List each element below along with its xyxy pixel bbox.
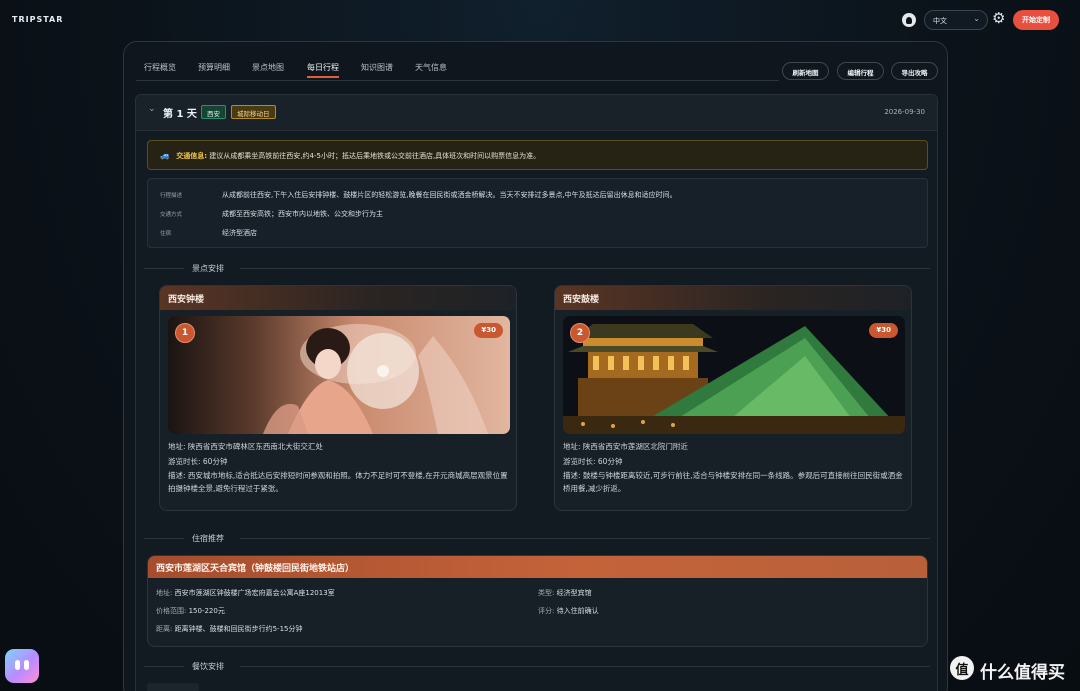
spot-photo: 1 ¥30 [168, 316, 510, 434]
spot-name: 西安鼓楼 [555, 286, 911, 310]
chevron-down-icon[interactable]: ⌄ [148, 104, 156, 114]
section-divider [240, 666, 930, 667]
language-value: 中文 [933, 17, 947, 25]
spot-price: ¥30 [474, 323, 503, 338]
section-divider [240, 268, 930, 269]
hotel-price-key: 价格范围: [156, 607, 187, 615]
section-title-spots: 景点安排 [192, 264, 224, 273]
spot-address: 地址: 陕西省西安市莲湖区北院门附近 [563, 442, 688, 451]
transport-text: 建议从成都乘坐高铁前往西安,约4-5小时；抵达后乘地铁或公交前往酒店,具体班次和… [209, 152, 541, 160]
detail-row: 住宿 经济型酒店 [160, 228, 257, 238]
start-custom-button[interactable]: 开始定制 [1013, 10, 1059, 30]
tab-knowledge[interactable]: 知识图谱 [361, 62, 393, 73]
spot-duration: 游览时长: 60分钟 [168, 457, 228, 466]
spot-desc: 描述: 鼓楼与钟楼距离较近,可步行前往,适合与钟楼安排在同一条线路。参观后可直接… [563, 471, 903, 493]
spot-name: 西安钟楼 [160, 286, 516, 310]
city-badge: 西安 [201, 105, 226, 119]
section-title-food: 餐饮安排 [192, 662, 224, 671]
tab-daily[interactable]: 每日行程 [307, 62, 339, 78]
hotel-price-value: 150-220元 [188, 607, 225, 615]
section-divider [144, 268, 184, 269]
section-divider [240, 538, 930, 539]
detail-value: 经济型酒店 [222, 229, 257, 237]
github-icon[interactable] [902, 13, 916, 27]
language-select[interactable]: 中文 ⌄ [924, 10, 988, 30]
detail-key: 交通方式 [160, 212, 183, 218]
bell-tower-photo [168, 316, 510, 434]
detail-row: 行程描述 从成都前往西安,下午入住后安排钟楼、鼓楼片区的轻松游览,晚餐在回民街或洒… [160, 190, 677, 200]
drum-tower-photo [563, 316, 905, 434]
hotel-distance-value: 距离钟楼、鼓楼和回民街步行约5-15分钟 [174, 625, 303, 633]
day-card: ⌄ 第 1 天 西安 城际移动日 2026-09-30 🚙 交通信息: 建议从成… [135, 94, 938, 691]
edit-trip-button[interactable]: 编辑行程 [837, 62, 884, 80]
spot-address: 地址: 陕西省西安市碑林区东西南北大街交汇处 [168, 442, 323, 451]
day-type-badge: 城际移动日 [231, 105, 276, 119]
hotel-price: 价格范围: 150-220元 [156, 606, 225, 616]
hotel-card[interactable]: 西安市莲湖区天合宾馆（钟鼓楼回民街地铁站店） 地址: 西安市莲湖区钟鼓楼广场宏府… [147, 555, 928, 647]
watermark-text: 什么值得买 [980, 663, 1065, 683]
spot-desc: 描述: 西安城市地标,适合抵达后安排短时间参观和拍照。体力不足时可不登楼,在开元… [168, 471, 508, 493]
hotel-address: 地址: 西安市莲湖区钟鼓楼广场宏府嘉会公寓A座12013室 [156, 588, 335, 598]
trip-panel: 行程概览 预算明细 景点地图 每日行程 知识图谱 天气信息 刷新地图 编辑行程 … [123, 41, 948, 691]
section-title-hotel: 住宿推荐 [192, 534, 224, 543]
section-divider [144, 538, 184, 539]
detail-key: 行程描述 [160, 193, 183, 199]
detail-value: 成都至西安高铁；西安市内以地铁、公交和步行为主 [222, 210, 383, 218]
day-details: 行程描述 从成都前往西安,下午入住后安排钟楼、鼓楼片区的轻松游览,晚餐在回民街或洒… [147, 178, 928, 248]
spot-photo: 2 ¥30 [563, 316, 905, 434]
tab-overview[interactable]: 行程概览 [144, 62, 176, 73]
day-title: 第 1 天 [163, 109, 197, 120]
assistant-icon[interactable] [5, 649, 39, 683]
tab-divider [136, 80, 779, 81]
detail-row: 交通方式 成都至西安高铁；西安市内以地铁、公交和步行为主 [160, 209, 383, 219]
detail-key: 住宿 [160, 231, 172, 237]
hotel-address-value: 西安市莲湖区钟鼓楼广场宏府嘉会公寓A座12013室 [174, 589, 335, 597]
gear-icon[interactable]: ⚙ [992, 11, 1005, 26]
detail-value: 从成都前往西安,下午入住后安排钟楼、鼓楼片区的轻松游览,晚餐在回民街或洒金桥解决… [222, 191, 677, 199]
spot-index: 2 [570, 323, 590, 343]
hotel-distance-key: 距离: [156, 625, 173, 633]
hotel-name: 西安市莲湖区天合宾馆（钟鼓楼回民街地铁站店） [148, 556, 927, 578]
tab-map[interactable]: 景点地图 [252, 62, 284, 73]
spot-card[interactable]: 西安钟楼 1 ¥30 地址: 陕西省西安市碑林区东西南北大街交汇处 游览时长: … [159, 285, 517, 511]
spot-price: ¥30 [869, 323, 898, 338]
chevron-down-icon: ⌄ [973, 14, 980, 23]
hotel-rating: 评分: 待入住前确认 [538, 606, 599, 616]
transport-label: 交通信息: [176, 152, 208, 160]
hotel-distance: 距离: 距离钟楼、鼓楼和回民街步行约5-15分钟 [156, 624, 302, 634]
tab-budget[interactable]: 预算明细 [198, 62, 230, 73]
food-slot [147, 683, 199, 691]
watermark-logo: 值 [950, 656, 974, 680]
day-date: 2026-09-30 [884, 108, 925, 116]
spot-card[interactable]: 西安鼓楼 2 ¥30 地址: 陕西省西安市莲湖区北院门附近 游览时长: 60分钟… [554, 285, 912, 511]
hotel-type: 类型: 经济型宾馆 [538, 588, 592, 598]
hotel-address-key: 地址: [156, 589, 173, 597]
hotel-rating-value: 待入住前确认 [556, 607, 599, 615]
car-icon: 🚙 [160, 151, 170, 160]
export-guide-button[interactable]: 导出攻略 [891, 62, 938, 80]
transport-info: 🚙 交通信息: 建议从成都乘坐高铁前往西安,约4-5小时；抵达后乘地铁或公交前往… [147, 140, 928, 170]
tab-weather[interactable]: 天气信息 [415, 62, 447, 73]
top-bar: TRIPSTAR 中文 ⌄ ⚙ 开始定制 [0, 0, 1080, 40]
hotel-type-key: 类型: [538, 589, 555, 597]
refresh-map-button[interactable]: 刷新地图 [782, 62, 829, 80]
spot-duration: 游览时长: 60分钟 [563, 457, 623, 466]
hotel-rating-key: 评分: [538, 607, 555, 615]
hotel-type-value: 经济型宾馆 [556, 589, 592, 597]
brand-logo[interactable]: TRIPSTAR [12, 15, 63, 24]
spot-index: 1 [175, 323, 195, 343]
day-header[interactable]: ⌄ 第 1 天 西安 城际移动日 2026-09-30 [136, 95, 937, 131]
section-divider [144, 666, 184, 667]
